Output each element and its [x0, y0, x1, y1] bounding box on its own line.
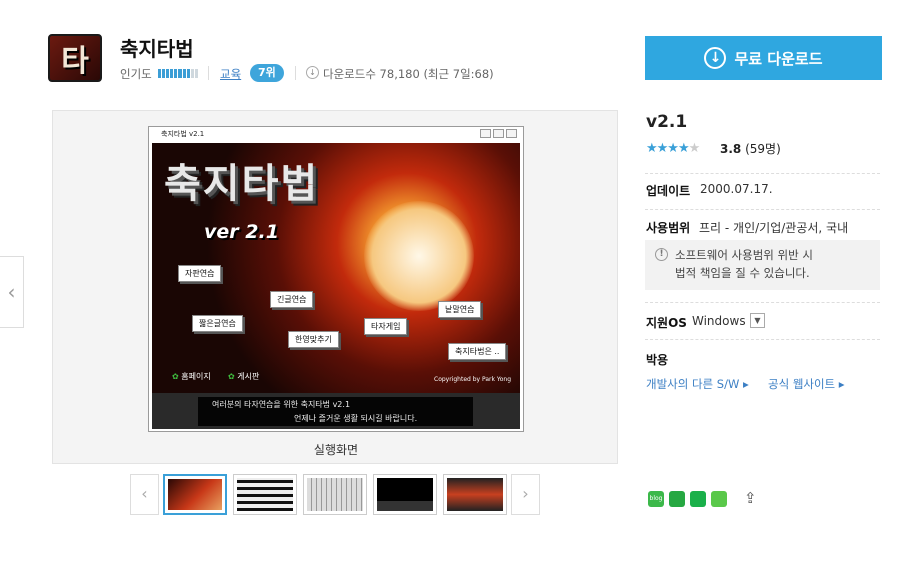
- menu-button: 타자게임: [364, 318, 408, 335]
- screenshot-viewer: 축지타법 v2.1 축지타법 ver 2.1 자판연습 긴글연습 낱말연습 짧은…: [52, 110, 618, 464]
- copyright-text: Copyrighted by Park Yong: [434, 376, 512, 383]
- thumb-next-button[interactable]: ›: [511, 474, 540, 515]
- thumbnail-3[interactable]: [303, 474, 367, 515]
- band-share-icon[interactable]: [690, 491, 706, 507]
- download-count: 다운로드수 78,180 (최근 7일:68): [323, 67, 494, 81]
- thumbnail-2[interactable]: [233, 474, 297, 515]
- prev-screenshot-button[interactable]: ‹: [0, 256, 24, 328]
- blog-share-icon[interactable]: blog: [648, 491, 664, 507]
- version-text: ver 2.1: [204, 221, 279, 243]
- app-window: 축지타법 v2.1 축지타법 ver 2.1 자판연습 긴글연습 낱말연습 짧은…: [148, 126, 524, 432]
- memo-share-icon[interactable]: [711, 491, 727, 507]
- menu-button: 한영맞추기: [288, 331, 339, 348]
- sun-graphic: [364, 201, 474, 311]
- close-icon: [506, 129, 517, 138]
- developer-other-software-link[interactable]: 개발사의 다른 S/W ▸: [646, 376, 749, 392]
- thumbnail-5[interactable]: [443, 474, 507, 515]
- update-label: 업데이트: [646, 184, 691, 198]
- menu-button: 자판연습: [178, 265, 222, 282]
- thumbnail-1[interactable]: [163, 474, 227, 515]
- status-line-2: 언제나 즐거운 생활 되시길 바랍니다.: [294, 414, 418, 423]
- os-label: 지원OS: [646, 316, 687, 330]
- maximize-icon: [493, 129, 504, 138]
- category-link[interactable]: 교육: [220, 66, 241, 82]
- popularity-bar: [158, 69, 198, 78]
- version-number: v2.1: [646, 112, 688, 132]
- os-value: Windows: [692, 314, 746, 328]
- app-icon: 타: [48, 34, 102, 82]
- license-warning: ! 소프트웨어 사용범위 위반 시 법적 책임을 질 수 있습니다.: [645, 240, 880, 290]
- footer-home: ✿ 홈페이지: [172, 372, 211, 381]
- os-dropdown-icon[interactable]: ▼: [750, 313, 765, 328]
- window-title: 축지타법 v2.1: [161, 130, 205, 138]
- footer-board: ✿ 게시판: [228, 372, 260, 381]
- menu-button: 축지타법은 ..: [448, 343, 507, 360]
- app-title: 축지타법: [120, 37, 194, 61]
- app-main-screen: 축지타법 ver 2.1 자판연습 긴글연습 낱말연습 짧은글연습 타자게임 한…: [152, 143, 520, 393]
- cafe-share-icon[interactable]: [669, 491, 685, 507]
- official-website-link[interactable]: 공식 웹사이트 ▸: [768, 376, 845, 392]
- download-count-icon: ↓: [306, 66, 319, 79]
- menu-button: 짧은글연습: [192, 315, 243, 332]
- thumbnail-strip: ‹ ›: [130, 474, 540, 515]
- license-value: 프리 - 개인/기업/관공서, 국내: [699, 221, 849, 235]
- license-label: 사용범위: [646, 221, 691, 235]
- window-status-area: 여러분의 타자연습을 위한 축지타법 v2.1 언제나 즐거운 생활 되시길 바…: [152, 393, 520, 429]
- window-title-bar: 축지타법 v2.1: [149, 127, 523, 141]
- minimize-icon: [480, 129, 491, 138]
- status-line-1: 여러분의 타자연습을 위한 축지타법 v2.1: [212, 400, 351, 409]
- update-value: 2000.07.17.: [700, 182, 773, 196]
- thumbnail-4[interactable]: [373, 474, 437, 515]
- star-rating-icon: ★★★★★: [646, 141, 700, 156]
- screenshot-caption: 실행화면: [313, 443, 359, 457]
- rank-badge: 7위: [250, 64, 284, 82]
- thumb-prev-button[interactable]: ‹: [130, 474, 159, 515]
- warning-icon: !: [655, 248, 668, 261]
- menu-button: 낱말연습: [438, 301, 482, 318]
- download-button-label: 무료 다운로드: [734, 49, 823, 68]
- rating-score: 3.8 (59명): [720, 142, 781, 156]
- download-icon: ↓: [704, 47, 727, 69]
- popularity-label: 인기도: [120, 67, 152, 81]
- free-download-button[interactable]: ↓ 무료 다운로드: [645, 36, 882, 80]
- app-logo-text: 축지타법: [164, 161, 320, 207]
- share-icon[interactable]: ⇪: [744, 489, 760, 507]
- developer-name: 박용: [646, 353, 669, 367]
- menu-button: 긴글연습: [270, 291, 314, 308]
